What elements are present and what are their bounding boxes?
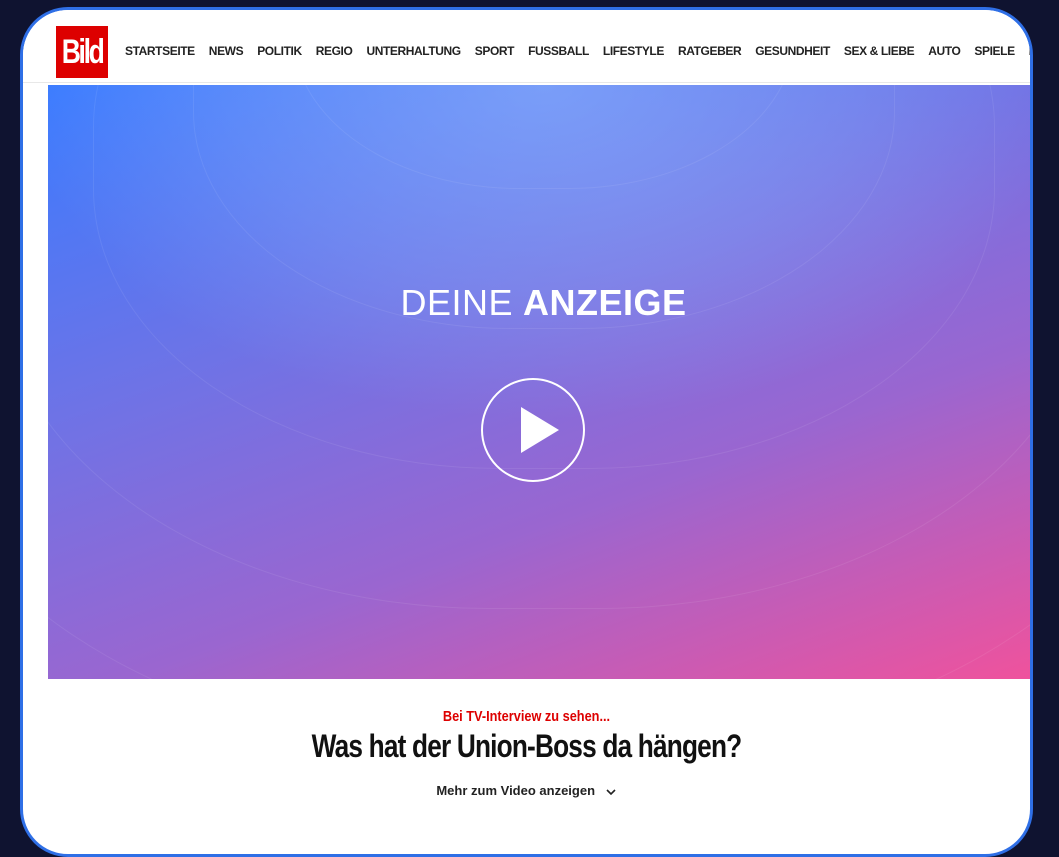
top-navigation-bar: Bild STARTSEITE NEWS POLITIK REGIO UNTERHALT…	[23, 10, 1030, 83]
bild-logo[interactable]: Bild	[56, 26, 108, 78]
more-video-label: Mehr zum Video anzeigen	[436, 783, 596, 798]
nav-item-fussball[interactable]: FUSSBALL	[528, 44, 589, 58]
nav-item-ratgeber[interactable]: RATGEBER	[678, 44, 742, 58]
main-nav: STARTSEITE NEWS POLITIK REGIO UNTERHALTUNG SP…	[125, 44, 1030, 58]
article-kicker[interactable]: Bei TV-Interview zu sehen...	[99, 708, 955, 725]
nav-item-deals[interactable]: DEALS	[1029, 44, 1030, 58]
nav-item-news[interactable]: NEWS	[209, 44, 244, 58]
play-icon	[521, 407, 559, 453]
article-headline[interactable]: Was hat der Union-Boss da hängen?	[114, 728, 940, 765]
nav-item-politik[interactable]: POLITIK	[257, 44, 302, 58]
nav-item-startseite[interactable]: STARTSEITE	[125, 44, 195, 58]
nav-item-auto[interactable]: AUTO	[928, 44, 961, 58]
ad-title: DEINE ANZEIGE	[48, 282, 1030, 324]
play-button[interactable]	[481, 378, 585, 482]
browser-frame: Bild STARTSEITE NEWS POLITIK REGIO UNTERHALT…	[20, 7, 1033, 857]
nav-item-gesundheit[interactable]: GESUNDHEIT	[755, 44, 830, 58]
chevron-down-icon	[606, 788, 616, 795]
nav-item-sex-liebe[interactable]: SEX & LIEBE	[844, 44, 915, 58]
nav-item-unterhaltung[interactable]: UNTERHALTUNG	[366, 44, 461, 58]
nav-item-regio[interactable]: REGIO	[316, 44, 353, 58]
nav-item-lifestyle[interactable]: LIFESTYLE	[603, 44, 664, 58]
nav-item-sport[interactable]: SPORT	[475, 44, 515, 58]
logo-text: Bild	[61, 33, 105, 71]
video-ad[interactable]: DEINE ANZEIGE	[48, 85, 1030, 679]
more-video-toggle[interactable]: Mehr zum Video anzeigen	[23, 783, 1030, 798]
ad-title-bold: ANZEIGE	[523, 282, 687, 323]
ad-title-light: DEINE	[400, 282, 513, 323]
nav-item-spiele[interactable]: SPIELE	[974, 44, 1015, 58]
